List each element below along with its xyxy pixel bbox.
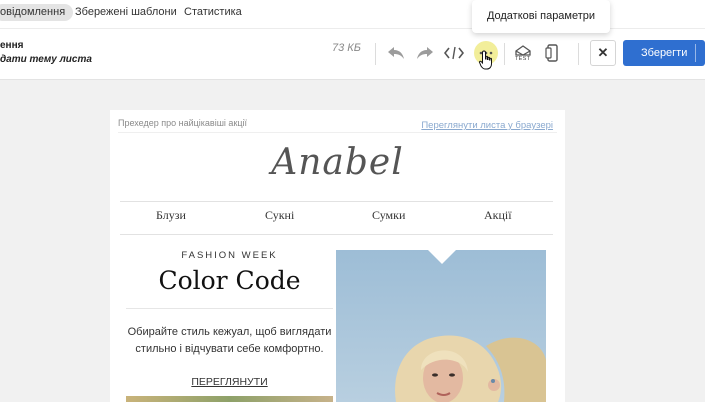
hero-photo [336,250,546,402]
email-size: 73 КБ [332,42,361,54]
code-icon[interactable] [444,43,464,63]
email-canvas[interactable]: Прехедер про найцікавіші акції Перегляну… [110,110,565,402]
hero-image[interactable] [336,250,546,402]
save-split-divider [695,44,696,62]
save-button-label: Зберегти [641,47,688,59]
headline: Color Code [158,266,301,295]
tab-saved-templates-label: Збережені шаблони [75,6,177,18]
nav-item-blouses[interactable]: Блузи [156,208,186,223]
close-icon: ✕ [597,45,609,60]
tab-statistics-label: Статистика [184,6,242,18]
tab-saved-templates[interactable]: Збережені шаблони [75,4,177,21]
toolbar-divider [504,43,505,65]
close-button[interactable]: ✕ [590,40,616,66]
tab-notifications-label: овідомлення [0,6,66,18]
divider [126,308,333,309]
nav-divider-top [120,201,553,202]
editor-toolbar: ення дати тему листа 73 КБ TEST ✕ Зберег… [0,28,705,80]
test-label: TEST [515,56,531,62]
toolbar-divider [578,43,579,65]
save-button[interactable]: Зберегти [623,40,705,66]
undo-icon[interactable] [386,43,406,63]
nav-item-bags[interactable]: Сумки [372,208,405,223]
mobile-preview-icon[interactable] [542,43,562,63]
tooltip: Додаткові параметри [472,0,610,33]
view-in-browser-link[interactable]: Переглянути листа у браузері [421,120,553,131]
divider [118,132,557,133]
campaign-name[interactable]: ення [0,40,23,51]
subject-line[interactable]: дати тему листа [0,54,92,65]
eyebrow-text: FASHION WEEK [181,250,278,261]
hero-notch [428,250,456,264]
nav-divider-bottom [120,234,553,235]
tab-statistics[interactable]: Статистика [184,4,242,21]
cta-link[interactable]: ПЕРЕГЛЯНУТИ [126,376,333,388]
product-image-strip [126,396,333,402]
save-dropdown-caret[interactable] [698,40,705,66]
preheader[interactable]: Прехедер про найцікавіші акції [118,118,247,128]
hand-cursor-icon [479,50,492,70]
redo-icon[interactable] [415,43,435,63]
nav-item-sales[interactable]: Акції [484,208,512,223]
body-text: Обирайте стиль кежуал, щоб виглядати сти… [127,326,332,355]
toolbar-divider [375,43,376,65]
brand-logo: Anabel [271,142,404,183]
tab-notifications[interactable]: овідомлення [0,4,74,21]
nav-item-dresses[interactable]: Сукні [265,208,294,223]
